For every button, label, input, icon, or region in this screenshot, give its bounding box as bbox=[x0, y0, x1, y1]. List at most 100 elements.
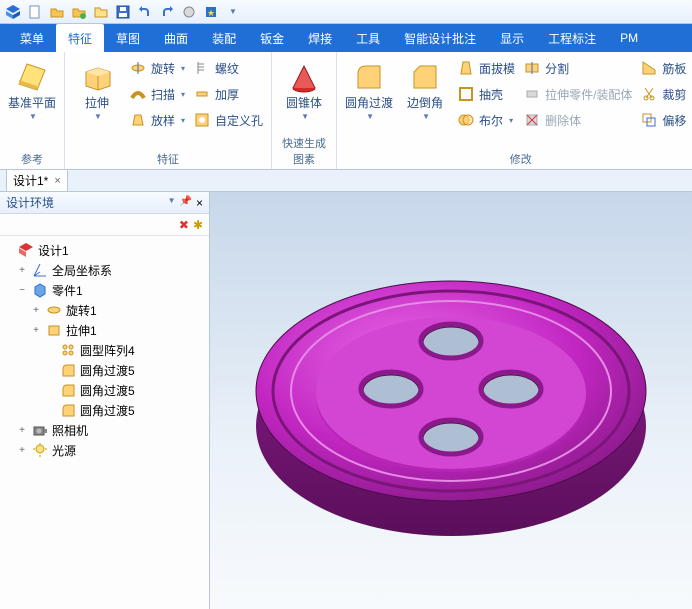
chamfer-button[interactable]: 边倒角 ▼ bbox=[399, 56, 451, 121]
dropdown-icon[interactable]: ▼ bbox=[224, 3, 242, 21]
face-draft-button[interactable]: 面拔模 bbox=[455, 56, 517, 80]
feature-tree[interactable]: 设计1+全局坐标系−零件1+旋转1+拉伸1圆型阵列4圆角过渡5圆角过渡5圆角过渡… bbox=[0, 236, 209, 609]
tree-node[interactable]: +照相机 bbox=[2, 420, 207, 440]
extrude-button[interactable]: 拉伸 ▼ bbox=[71, 56, 123, 121]
thread-icon bbox=[193, 59, 211, 77]
offset-button[interactable]: 偏移▾ bbox=[638, 108, 692, 132]
tree-node[interactable]: 圆角过渡5 bbox=[2, 380, 207, 400]
new-icon[interactable] bbox=[26, 3, 44, 21]
boolean-icon bbox=[457, 111, 475, 129]
custom-hole-button[interactable]: 自定义孔 bbox=[191, 108, 265, 132]
tab-feature[interactable]: 特征 bbox=[56, 24, 104, 52]
tab-sheetmetal[interactable]: 钣金 bbox=[248, 24, 296, 52]
tab-pm[interactable]: PM bbox=[608, 24, 650, 52]
tab-display[interactable]: 显示 bbox=[488, 24, 536, 52]
folder-icon[interactable] bbox=[92, 3, 110, 21]
tree-twist-icon[interactable]: + bbox=[16, 265, 28, 276]
cone-button[interactable]: 圆锥体 ▼ bbox=[278, 56, 330, 121]
shell-button[interactable]: 抽壳 bbox=[455, 82, 517, 106]
fillet-button[interactable]: 圆角过渡 ▼ bbox=[343, 56, 395, 121]
save-icon[interactable] bbox=[114, 3, 132, 21]
redo-icon[interactable] bbox=[158, 3, 176, 21]
open2-icon[interactable] bbox=[70, 3, 88, 21]
fillet-icon bbox=[60, 402, 76, 418]
datum-plane-icon bbox=[15, 60, 49, 94]
cut-button[interactable]: 裁剪 bbox=[638, 82, 692, 106]
light-icon bbox=[32, 442, 48, 458]
sweep-button[interactable]: 扫描▾ bbox=[127, 82, 187, 106]
group-feature: 拉伸 ▼ 旋转▾ 扫描▾ 放样▾ bbox=[65, 52, 272, 169]
group-quickbody: 圆锥体 ▼ 快速生成图素 bbox=[272, 52, 337, 169]
tree-node-label: 圆角过渡5 bbox=[80, 402, 135, 419]
document-name: 设计1* bbox=[13, 172, 48, 189]
undo-icon[interactable] bbox=[136, 3, 154, 21]
group-reference: 基准平面 ▼ 参考 bbox=[0, 52, 65, 169]
pin-icon[interactable]: 📌 bbox=[180, 196, 192, 210]
ribbon: 基准平面 ▼ 参考 拉伸 ▼ 旋转▾ 扫描▾ bbox=[0, 52, 692, 170]
new-feature-icon[interactable]: ✱ bbox=[193, 218, 203, 232]
close-icon[interactable]: × bbox=[196, 196, 203, 210]
rib-button[interactable]: 筋板 bbox=[638, 56, 692, 80]
tree-node-label: 拉伸1 bbox=[66, 322, 97, 339]
datum-plane-label: 基准平面 bbox=[8, 96, 56, 110]
tab-sketch[interactable]: 草图 bbox=[104, 24, 152, 52]
tree-node[interactable]: −零件1 bbox=[2, 280, 207, 300]
document-tab[interactable]: 设计1* × bbox=[6, 169, 68, 191]
tab-menu[interactable]: 菜单 bbox=[8, 24, 56, 52]
tab-tools[interactable]: 工具 bbox=[344, 24, 392, 52]
open-icon[interactable] bbox=[48, 3, 66, 21]
tree-node[interactable]: +光源 bbox=[2, 440, 207, 460]
dropdown-icon[interactable]: ▼ bbox=[168, 196, 176, 210]
part-icon bbox=[32, 282, 48, 298]
quick-access-toolbar: ★ ▼ bbox=[0, 0, 692, 24]
split-button[interactable]: 分割 bbox=[521, 56, 634, 80]
tab-assembly[interactable]: 装配 bbox=[200, 24, 248, 52]
main-area: 设计环境 ▼ 📌 × ✖ ✱ 设计1+全局坐标系−零件1+旋转1+拉伸1圆型阵列… bbox=[0, 192, 692, 609]
tab-smartnote[interactable]: 智能设计批注 bbox=[392, 24, 488, 52]
tree-node[interactable]: 圆角过渡5 bbox=[2, 400, 207, 420]
tree-twist-icon[interactable]: + bbox=[16, 425, 28, 436]
fillet-icon bbox=[60, 382, 76, 398]
model-button bbox=[241, 221, 661, 581]
render-icon[interactable] bbox=[180, 3, 198, 21]
datum-plane-button[interactable]: 基准平面 ▼ bbox=[6, 56, 58, 121]
chevron-down-icon: ▼ bbox=[94, 112, 102, 121]
revolve-button[interactable]: 旋转▾ bbox=[127, 56, 187, 80]
shell-icon bbox=[457, 85, 475, 103]
tree-twist-icon[interactable]: + bbox=[30, 325, 42, 336]
tree-node[interactable]: 圆型阵列4 bbox=[2, 340, 207, 360]
tree-node[interactable]: 设计1 bbox=[2, 240, 207, 260]
tree-node[interactable]: +全局坐标系 bbox=[2, 260, 207, 280]
material-icon[interactable]: ★ bbox=[202, 3, 220, 21]
tab-surface[interactable]: 曲面 bbox=[152, 24, 200, 52]
tree-node-label: 设计1 bbox=[38, 242, 69, 259]
delete-body-button[interactable]: 删除体 bbox=[521, 108, 634, 132]
app-icon[interactable] bbox=[4, 3, 22, 21]
delete-icon[interactable]: ✖ bbox=[179, 218, 189, 232]
viewport-3d[interactable] bbox=[210, 192, 692, 609]
close-icon[interactable]: × bbox=[54, 175, 60, 187]
fillet-icon bbox=[60, 362, 76, 378]
camera-icon bbox=[32, 422, 48, 438]
revolve-icon bbox=[46, 302, 62, 318]
tree-twist-icon[interactable]: + bbox=[30, 305, 42, 316]
thicken-button[interactable]: 加厚 bbox=[191, 82, 265, 106]
tree-node[interactable]: + 旋转1 bbox=[2, 300, 207, 320]
tab-engnote[interactable]: 工程标注 bbox=[536, 24, 608, 52]
panel-toolbar: ✖ ✱ bbox=[0, 214, 209, 236]
thread-button[interactable]: 螺纹 bbox=[191, 56, 265, 80]
boolean-button[interactable]: 布尔▾ bbox=[455, 108, 517, 132]
tree-node[interactable]: 圆角过渡5 bbox=[2, 360, 207, 380]
extrude-icon bbox=[46, 322, 62, 338]
loft-button[interactable]: 放样▾ bbox=[127, 108, 187, 132]
chevron-down-icon: ▼ bbox=[301, 112, 309, 121]
tree-twist-icon[interactable]: + bbox=[16, 445, 28, 456]
tab-weld[interactable]: 焊接 bbox=[296, 24, 344, 52]
sweep-icon bbox=[129, 85, 147, 103]
tree-twist-icon[interactable]: − bbox=[16, 285, 28, 296]
tree-node[interactable]: + 拉伸1 bbox=[2, 320, 207, 340]
cut-icon bbox=[640, 85, 658, 103]
stretch-assy-button[interactable]: 拉伸零件/装配体 bbox=[521, 82, 634, 106]
tree-node-label: 旋转1 bbox=[66, 302, 97, 319]
stretch-assy-icon bbox=[523, 85, 541, 103]
